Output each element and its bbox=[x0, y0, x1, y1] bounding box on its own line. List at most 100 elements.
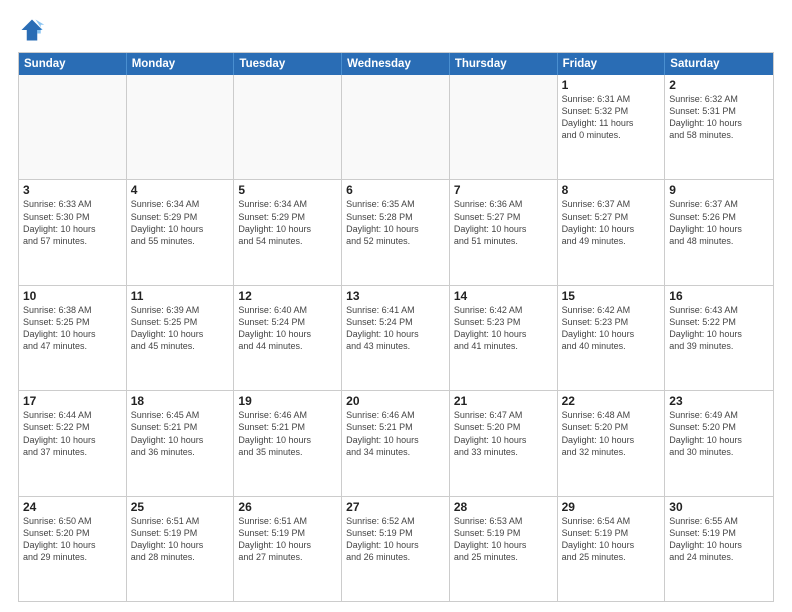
calendar-cell-empty-0-2 bbox=[234, 75, 342, 179]
day-number: 13 bbox=[346, 289, 445, 303]
calendar-row-3: 10Sunrise: 6:38 AMSunset: 5:25 PMDayligh… bbox=[19, 286, 773, 391]
day-number: 28 bbox=[454, 500, 553, 514]
day-number: 21 bbox=[454, 394, 553, 408]
calendar-cell-11: 11Sunrise: 6:39 AMSunset: 5:25 PMDayligh… bbox=[127, 286, 235, 390]
day-number: 23 bbox=[669, 394, 769, 408]
calendar-cell-2: 2Sunrise: 6:32 AMSunset: 5:31 PMDaylight… bbox=[665, 75, 773, 179]
day-info: Sunrise: 6:34 AMSunset: 5:29 PMDaylight:… bbox=[238, 198, 337, 247]
day-number: 9 bbox=[669, 183, 769, 197]
calendar-cell-19: 19Sunrise: 6:46 AMSunset: 5:21 PMDayligh… bbox=[234, 391, 342, 495]
day-number: 2 bbox=[669, 78, 769, 92]
calendar-cell-21: 21Sunrise: 6:47 AMSunset: 5:20 PMDayligh… bbox=[450, 391, 558, 495]
day-number: 12 bbox=[238, 289, 337, 303]
day-info: Sunrise: 6:41 AMSunset: 5:24 PMDaylight:… bbox=[346, 304, 445, 353]
day-info: Sunrise: 6:33 AMSunset: 5:30 PMDaylight:… bbox=[23, 198, 122, 247]
day-number: 22 bbox=[562, 394, 661, 408]
day-info: Sunrise: 6:32 AMSunset: 5:31 PMDaylight:… bbox=[669, 93, 769, 142]
day-number: 1 bbox=[562, 78, 661, 92]
calendar-cell-9: 9Sunrise: 6:37 AMSunset: 5:26 PMDaylight… bbox=[665, 180, 773, 284]
calendar-cell-16: 16Sunrise: 6:43 AMSunset: 5:22 PMDayligh… bbox=[665, 286, 773, 390]
calendar-cell-26: 26Sunrise: 6:51 AMSunset: 5:19 PMDayligh… bbox=[234, 497, 342, 601]
day-info: Sunrise: 6:46 AMSunset: 5:21 PMDaylight:… bbox=[346, 409, 445, 458]
day-number: 25 bbox=[131, 500, 230, 514]
calendar-cell-23: 23Sunrise: 6:49 AMSunset: 5:20 PMDayligh… bbox=[665, 391, 773, 495]
day-info: Sunrise: 6:37 AMSunset: 5:26 PMDaylight:… bbox=[669, 198, 769, 247]
day-info: Sunrise: 6:54 AMSunset: 5:19 PMDaylight:… bbox=[562, 515, 661, 564]
day-number: 15 bbox=[562, 289, 661, 303]
calendar-row-2: 3Sunrise: 6:33 AMSunset: 5:30 PMDaylight… bbox=[19, 180, 773, 285]
day-info: Sunrise: 6:47 AMSunset: 5:20 PMDaylight:… bbox=[454, 409, 553, 458]
day-number: 30 bbox=[669, 500, 769, 514]
header bbox=[18, 16, 774, 44]
day-number: 14 bbox=[454, 289, 553, 303]
calendar-cell-8: 8Sunrise: 6:37 AMSunset: 5:27 PMDaylight… bbox=[558, 180, 666, 284]
day-info: Sunrise: 6:48 AMSunset: 5:20 PMDaylight:… bbox=[562, 409, 661, 458]
calendar-cell-10: 10Sunrise: 6:38 AMSunset: 5:25 PMDayligh… bbox=[19, 286, 127, 390]
header-day-saturday: Saturday bbox=[665, 53, 773, 75]
day-info: Sunrise: 6:52 AMSunset: 5:19 PMDaylight:… bbox=[346, 515, 445, 564]
day-info: Sunrise: 6:38 AMSunset: 5:25 PMDaylight:… bbox=[23, 304, 122, 353]
calendar-cell-30: 30Sunrise: 6:55 AMSunset: 5:19 PMDayligh… bbox=[665, 497, 773, 601]
day-info: Sunrise: 6:36 AMSunset: 5:27 PMDaylight:… bbox=[454, 198, 553, 247]
day-info: Sunrise: 6:35 AMSunset: 5:28 PMDaylight:… bbox=[346, 198, 445, 247]
day-number: 4 bbox=[131, 183, 230, 197]
calendar-cell-18: 18Sunrise: 6:45 AMSunset: 5:21 PMDayligh… bbox=[127, 391, 235, 495]
calendar-cell-15: 15Sunrise: 6:42 AMSunset: 5:23 PMDayligh… bbox=[558, 286, 666, 390]
calendar-cell-4: 4Sunrise: 6:34 AMSunset: 5:29 PMDaylight… bbox=[127, 180, 235, 284]
day-info: Sunrise: 6:40 AMSunset: 5:24 PMDaylight:… bbox=[238, 304, 337, 353]
calendar: SundayMondayTuesdayWednesdayThursdayFrid… bbox=[18, 52, 774, 602]
day-number: 19 bbox=[238, 394, 337, 408]
header-day-tuesday: Tuesday bbox=[234, 53, 342, 75]
calendar-cell-13: 13Sunrise: 6:41 AMSunset: 5:24 PMDayligh… bbox=[342, 286, 450, 390]
header-day-sunday: Sunday bbox=[19, 53, 127, 75]
calendar-header: SundayMondayTuesdayWednesdayThursdayFrid… bbox=[19, 53, 773, 75]
calendar-cell-24: 24Sunrise: 6:50 AMSunset: 5:20 PMDayligh… bbox=[19, 497, 127, 601]
calendar-cell-7: 7Sunrise: 6:36 AMSunset: 5:27 PMDaylight… bbox=[450, 180, 558, 284]
header-day-friday: Friday bbox=[558, 53, 666, 75]
day-number: 27 bbox=[346, 500, 445, 514]
day-info: Sunrise: 6:51 AMSunset: 5:19 PMDaylight:… bbox=[131, 515, 230, 564]
header-day-wednesday: Wednesday bbox=[342, 53, 450, 75]
day-info: Sunrise: 6:51 AMSunset: 5:19 PMDaylight:… bbox=[238, 515, 337, 564]
calendar-cell-29: 29Sunrise: 6:54 AMSunset: 5:19 PMDayligh… bbox=[558, 497, 666, 601]
day-number: 6 bbox=[346, 183, 445, 197]
calendar-cell-12: 12Sunrise: 6:40 AMSunset: 5:24 PMDayligh… bbox=[234, 286, 342, 390]
day-number: 3 bbox=[23, 183, 122, 197]
calendar-cell-6: 6Sunrise: 6:35 AMSunset: 5:28 PMDaylight… bbox=[342, 180, 450, 284]
calendar-cell-14: 14Sunrise: 6:42 AMSunset: 5:23 PMDayligh… bbox=[450, 286, 558, 390]
day-info: Sunrise: 6:50 AMSunset: 5:20 PMDaylight:… bbox=[23, 515, 122, 564]
day-info: Sunrise: 6:34 AMSunset: 5:29 PMDaylight:… bbox=[131, 198, 230, 247]
day-info: Sunrise: 6:39 AMSunset: 5:25 PMDaylight:… bbox=[131, 304, 230, 353]
day-number: 7 bbox=[454, 183, 553, 197]
calendar-cell-empty-0-0 bbox=[19, 75, 127, 179]
day-number: 18 bbox=[131, 394, 230, 408]
day-number: 17 bbox=[23, 394, 122, 408]
day-info: Sunrise: 6:37 AMSunset: 5:27 PMDaylight:… bbox=[562, 198, 661, 247]
calendar-cell-5: 5Sunrise: 6:34 AMSunset: 5:29 PMDaylight… bbox=[234, 180, 342, 284]
day-number: 16 bbox=[669, 289, 769, 303]
day-number: 11 bbox=[131, 289, 230, 303]
day-number: 29 bbox=[562, 500, 661, 514]
calendar-cell-27: 27Sunrise: 6:52 AMSunset: 5:19 PMDayligh… bbox=[342, 497, 450, 601]
calendar-cell-3: 3Sunrise: 6:33 AMSunset: 5:30 PMDaylight… bbox=[19, 180, 127, 284]
day-info: Sunrise: 6:53 AMSunset: 5:19 PMDaylight:… bbox=[454, 515, 553, 564]
day-info: Sunrise: 6:42 AMSunset: 5:23 PMDaylight:… bbox=[454, 304, 553, 353]
calendar-cell-empty-0-4 bbox=[450, 75, 558, 179]
logo-icon bbox=[18, 16, 46, 44]
day-info: Sunrise: 6:43 AMSunset: 5:22 PMDaylight:… bbox=[669, 304, 769, 353]
calendar-row-5: 24Sunrise: 6:50 AMSunset: 5:20 PMDayligh… bbox=[19, 497, 773, 601]
day-info: Sunrise: 6:55 AMSunset: 5:19 PMDaylight:… bbox=[669, 515, 769, 564]
day-info: Sunrise: 6:31 AMSunset: 5:32 PMDaylight:… bbox=[562, 93, 661, 142]
day-info: Sunrise: 6:44 AMSunset: 5:22 PMDaylight:… bbox=[23, 409, 122, 458]
calendar-body: 1Sunrise: 6:31 AMSunset: 5:32 PMDaylight… bbox=[19, 75, 773, 601]
calendar-cell-25: 25Sunrise: 6:51 AMSunset: 5:19 PMDayligh… bbox=[127, 497, 235, 601]
page: SundayMondayTuesdayWednesdayThursdayFrid… bbox=[0, 0, 792, 612]
calendar-cell-20: 20Sunrise: 6:46 AMSunset: 5:21 PMDayligh… bbox=[342, 391, 450, 495]
calendar-cell-28: 28Sunrise: 6:53 AMSunset: 5:19 PMDayligh… bbox=[450, 497, 558, 601]
calendar-cell-17: 17Sunrise: 6:44 AMSunset: 5:22 PMDayligh… bbox=[19, 391, 127, 495]
day-info: Sunrise: 6:46 AMSunset: 5:21 PMDaylight:… bbox=[238, 409, 337, 458]
header-day-monday: Monday bbox=[127, 53, 235, 75]
day-info: Sunrise: 6:45 AMSunset: 5:21 PMDaylight:… bbox=[131, 409, 230, 458]
day-number: 26 bbox=[238, 500, 337, 514]
day-number: 24 bbox=[23, 500, 122, 514]
